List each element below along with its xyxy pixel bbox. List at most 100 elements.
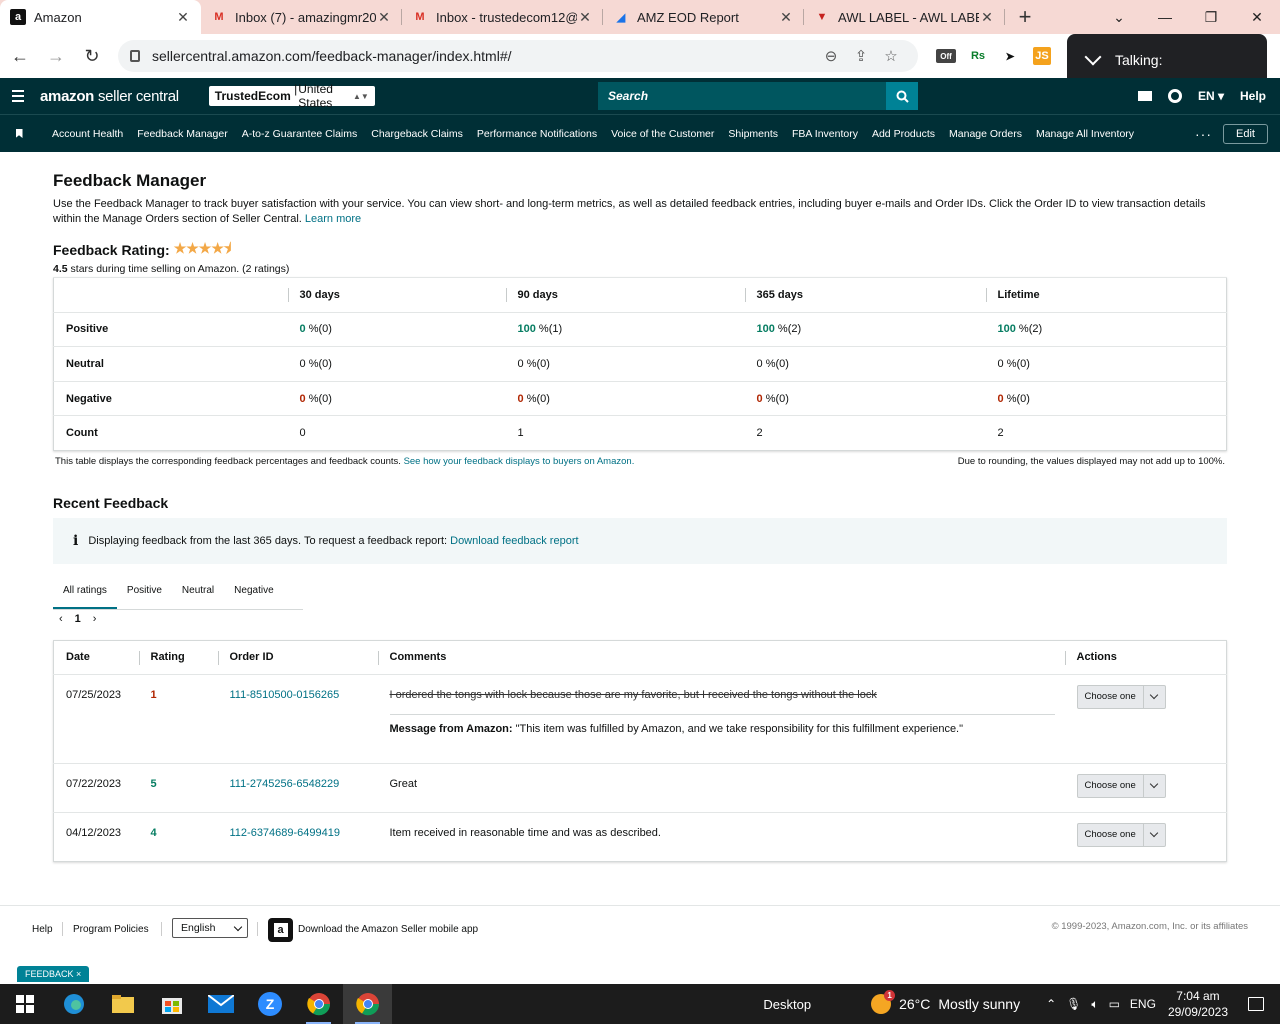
tab-neutral[interactable]: Neutral bbox=[172, 582, 224, 609]
mail-app-icon[interactable] bbox=[196, 984, 245, 1024]
chevron-up-icon[interactable]: ⌃ bbox=[1046, 997, 1056, 1011]
edit-nav-button[interactable]: Edit bbox=[1223, 124, 1268, 144]
restore-icon[interactable]: ❐ bbox=[1188, 0, 1234, 34]
seller-app-icon[interactable]: a bbox=[268, 918, 293, 942]
nav-chargeback-claims[interactable]: Chargeback Claims bbox=[371, 128, 463, 140]
system-tray: Desktop 1 26°C Mostly sunny ⌃ 🎙︎ 🔈︎ ▭ EN… bbox=[763, 984, 1280, 1024]
close-icon[interactable]: ✕ bbox=[175, 9, 191, 26]
order-id-cell: 111-8510500-0156265 bbox=[217, 673, 378, 764]
language-select[interactable]: English bbox=[172, 918, 248, 938]
browser-tab[interactable]: a Amazon ✕ bbox=[0, 0, 201, 34]
help-link[interactable]: Help bbox=[1240, 89, 1266, 103]
action-dropdown[interactable]: Choose one bbox=[1076, 773, 1166, 798]
close-icon[interactable]: ✕ bbox=[979, 9, 995, 26]
gear-icon[interactable] bbox=[1167, 89, 1182, 103]
learn-more-link[interactable]: Learn more bbox=[305, 213, 361, 225]
marketplace-selector[interactable]: TrustedEcom | United States ▲▼ bbox=[208, 82, 375, 110]
footer-help-link[interactable]: Help bbox=[32, 924, 53, 935]
page-number[interactable]: 1 bbox=[75, 613, 81, 625]
volume-icon[interactable]: 🔈︎ bbox=[1091, 997, 1098, 1012]
bookmark-icon[interactable] bbox=[0, 129, 38, 138]
back-icon[interactable]: ← bbox=[4, 40, 36, 72]
order-id-link[interactable]: 111-8510500-0156265 bbox=[230, 689, 340, 701]
nav-a-to-z-claims[interactable]: A-to-z Guarantee Claims bbox=[242, 128, 358, 140]
extension-arrow-icon[interactable]: ➤ bbox=[994, 44, 1026, 68]
action-dropdown[interactable]: Choose one bbox=[1076, 684, 1166, 709]
tab-all-ratings[interactable]: All ratings bbox=[53, 582, 117, 609]
order-id-link[interactable]: 112-6374689-6499419 bbox=[230, 827, 341, 839]
nav-feedback-manager[interactable]: Feedback Manager bbox=[137, 128, 227, 140]
network-icon[interactable]: ▭ bbox=[1109, 997, 1120, 1011]
chrome-icon[interactable] bbox=[294, 984, 343, 1024]
table-notes: This table displays the corresponding fe… bbox=[55, 455, 1225, 467]
prev-page-icon[interactable]: ‹ bbox=[59, 613, 63, 625]
tab-divider bbox=[1004, 9, 1005, 25]
close-icon[interactable]: ✕ bbox=[577, 9, 593, 26]
file-explorer-icon[interactable] bbox=[98, 984, 147, 1024]
next-page-icon[interactable]: › bbox=[93, 613, 97, 625]
bookmark-star-icon[interactable]: ☆ bbox=[876, 47, 906, 65]
new-tab-button[interactable]: + bbox=[1005, 0, 1045, 34]
row-label: Neutral bbox=[53, 346, 288, 382]
desktop-toolbar[interactable]: Desktop bbox=[763, 997, 811, 1012]
nav-account-health[interactable]: Account Health bbox=[52, 128, 123, 140]
search-input[interactable]: Search bbox=[598, 82, 886, 110]
zoom-icon[interactable]: ⊖ bbox=[816, 47, 846, 65]
feedback-display-link[interactable]: See how your feedback displays to buyers… bbox=[404, 456, 635, 467]
close-icon[interactable]: ✕ bbox=[778, 9, 794, 26]
download-app-link[interactable]: Download the Amazon Seller mobile app bbox=[298, 924, 478, 935]
reload-icon[interactable]: ↻ bbox=[76, 40, 108, 72]
nav-manage-orders[interactable]: Manage Orders bbox=[949, 128, 1022, 140]
chevron-down-icon bbox=[233, 922, 243, 932]
tab-positive[interactable]: Positive bbox=[117, 582, 172, 609]
extension-rs-icon[interactable]: Rs bbox=[962, 44, 994, 68]
close-window-icon[interactable]: ✕ bbox=[1234, 0, 1280, 34]
nav-shipments[interactable]: Shipments bbox=[728, 128, 778, 140]
metric-cell: 0 %(0) bbox=[985, 380, 1227, 416]
language-selector[interactable]: EN ▾ bbox=[1198, 89, 1224, 103]
language-indicator[interactable]: ENG bbox=[1130, 997, 1156, 1011]
nav-voice-of-customer[interactable]: Voice of the Customer bbox=[611, 128, 714, 140]
clock[interactable]: 7:04 am 29/09/2023 bbox=[1168, 988, 1228, 1020]
mail-icon[interactable] bbox=[1137, 91, 1152, 101]
feedback-comment: Great bbox=[377, 762, 1065, 813]
nav-manage-all-inventory[interactable]: Manage All Inventory bbox=[1036, 128, 1134, 140]
order-id-link[interactable]: 111-2745256-6548229 bbox=[230, 778, 340, 790]
program-policies-link[interactable]: Program Policies bbox=[73, 924, 149, 935]
url-field[interactable]: sellercentral.amazon.com/feedback-manage… bbox=[118, 40, 918, 72]
close-icon[interactable]: ✕ bbox=[376, 9, 392, 26]
tab-search-icon[interactable]: ⌄ bbox=[1096, 0, 1142, 34]
action-dropdown[interactable]: Choose one bbox=[1076, 822, 1166, 847]
share-icon[interactable]: ⇪ bbox=[846, 47, 876, 65]
microphone-icon[interactable]: 🎙︎ bbox=[1066, 997, 1081, 1011]
extension-js-icon[interactable]: JS bbox=[1033, 47, 1051, 65]
seller-central-logo[interactable]: amazon seller central bbox=[40, 88, 179, 105]
table-row: Neutral 0 %(0) 0 %(0) 0 %(0) 0 %(0) bbox=[53, 346, 1227, 382]
column-header bbox=[53, 277, 288, 313]
windows-start-icon[interactable] bbox=[0, 984, 49, 1024]
browser-tab[interactable]: ◢ AMZ EOD Report ✕ bbox=[603, 0, 804, 34]
browser-tab[interactable]: ▼ AWL LABEL - AWL LABEL ✕ bbox=[804, 0, 1005, 34]
extension-off-icon[interactable]: Off bbox=[936, 49, 956, 63]
amazon-message: Message from Amazon: "This item was fulf… bbox=[389, 713, 1055, 749]
forward-icon[interactable]: → bbox=[40, 40, 72, 72]
tab-negative[interactable]: Negative bbox=[224, 582, 283, 609]
nav-performance-notifications[interactable]: Performance Notifications bbox=[477, 128, 597, 140]
minimize-icon[interactable]: — bbox=[1142, 0, 1188, 34]
more-icon[interactable]: ··· bbox=[1195, 126, 1212, 142]
feedback-button[interactable]: FEEDBACK × bbox=[17, 966, 90, 982]
search-button[interactable] bbox=[886, 82, 918, 110]
download-report-link[interactable]: Download feedback report bbox=[450, 535, 578, 547]
edge-icon[interactable] bbox=[49, 984, 98, 1024]
weather-widget[interactable]: 1 26°C Mostly sunny bbox=[871, 990, 1020, 1014]
zoom-app-icon[interactable]: Z bbox=[245, 984, 294, 1024]
nav-add-products[interactable]: Add Products bbox=[872, 128, 935, 140]
metric-cell: 1 bbox=[505, 415, 745, 451]
store-icon[interactable] bbox=[147, 984, 196, 1024]
menu-icon[interactable] bbox=[0, 90, 36, 102]
nav-fba-inventory[interactable]: FBA Inventory bbox=[792, 128, 858, 140]
browser-tab[interactable]: M Inbox (7) - amazingmr20 ✕ bbox=[201, 0, 402, 34]
notification-icon[interactable] bbox=[1248, 997, 1264, 1011]
browser-tab[interactable]: M Inbox - trustedecom12@ ✕ bbox=[402, 0, 603, 34]
chrome-profile-icon[interactable] bbox=[343, 984, 392, 1024]
